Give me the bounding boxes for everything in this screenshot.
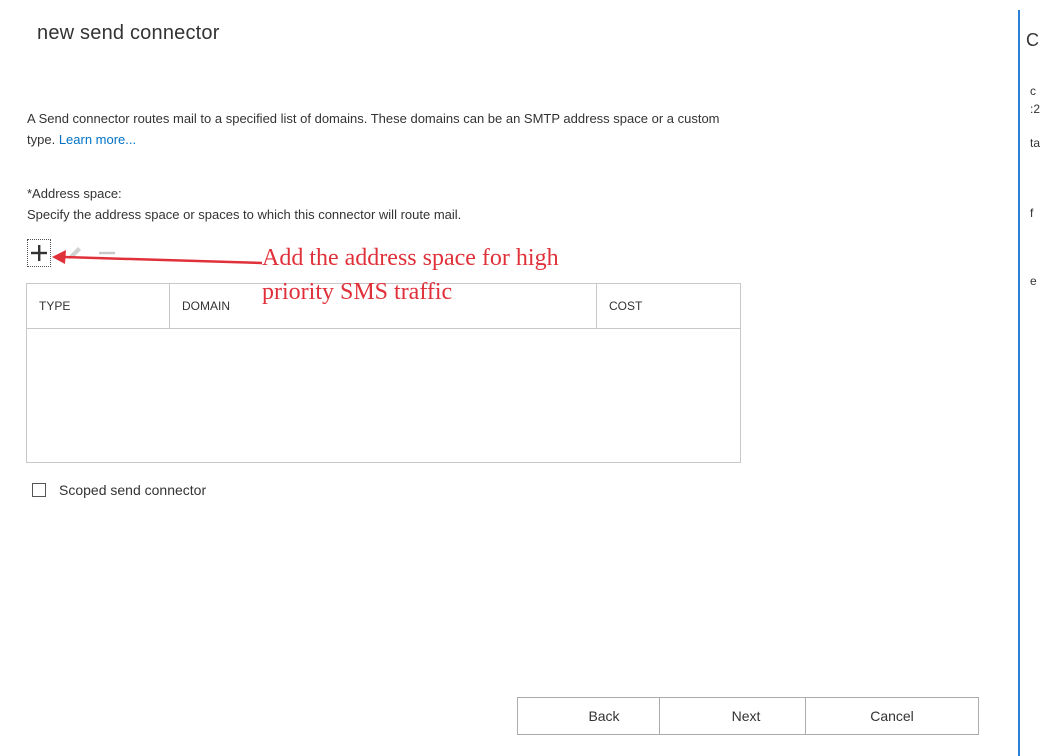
add-address-space-button[interactable]	[27, 239, 51, 267]
address-space-table[interactable]: TYPE DOMAIN COST	[26, 283, 741, 463]
scoped-send-connector-label[interactable]: Scoped send connector	[59, 482, 206, 498]
page-title: new send connector	[37, 22, 220, 44]
background-text-fragment: f	[1030, 206, 1034, 220]
plus-icon	[31, 245, 47, 261]
annotation-line-1: Add the address space for high	[262, 245, 559, 271]
annotation-line-2: priority SMS traffic	[262, 279, 453, 305]
scoped-send-connector-row[interactable]: Scoped send connector	[32, 480, 206, 500]
background-text-fragment: c	[1030, 84, 1036, 98]
cancel-button[interactable]: Cancel	[805, 697, 979, 735]
address-space-help-text: Specify the address space or spaces to w…	[27, 207, 462, 222]
background-text-fragment: ta	[1030, 136, 1041, 150]
annotation-arrow	[52, 250, 263, 265]
column-header-cost[interactable]: COST	[597, 284, 740, 328]
annotation-callout: Add the address space for high priority …	[262, 241, 559, 309]
learn-more-link[interactable]: Learn more...	[59, 132, 136, 147]
background-text-fragment: C	[1026, 30, 1039, 50]
scoped-send-connector-checkbox[interactable]	[32, 483, 46, 497]
background-text-fragment: :2	[1030, 102, 1041, 116]
new-send-connector-dialog: new send connector A Send connector rout…	[0, 0, 1018, 756]
address-space-label: *Address space:	[27, 186, 122, 201]
intro-description: A Send connector routes mail to a specif…	[27, 108, 747, 150]
background-text-fragment: e	[1030, 274, 1037, 288]
column-header-type[interactable]: TYPE	[27, 284, 170, 328]
background-accent-line	[1018, 10, 1020, 756]
background-page-edge: C c :2 ta f e	[1018, 0, 1045, 756]
